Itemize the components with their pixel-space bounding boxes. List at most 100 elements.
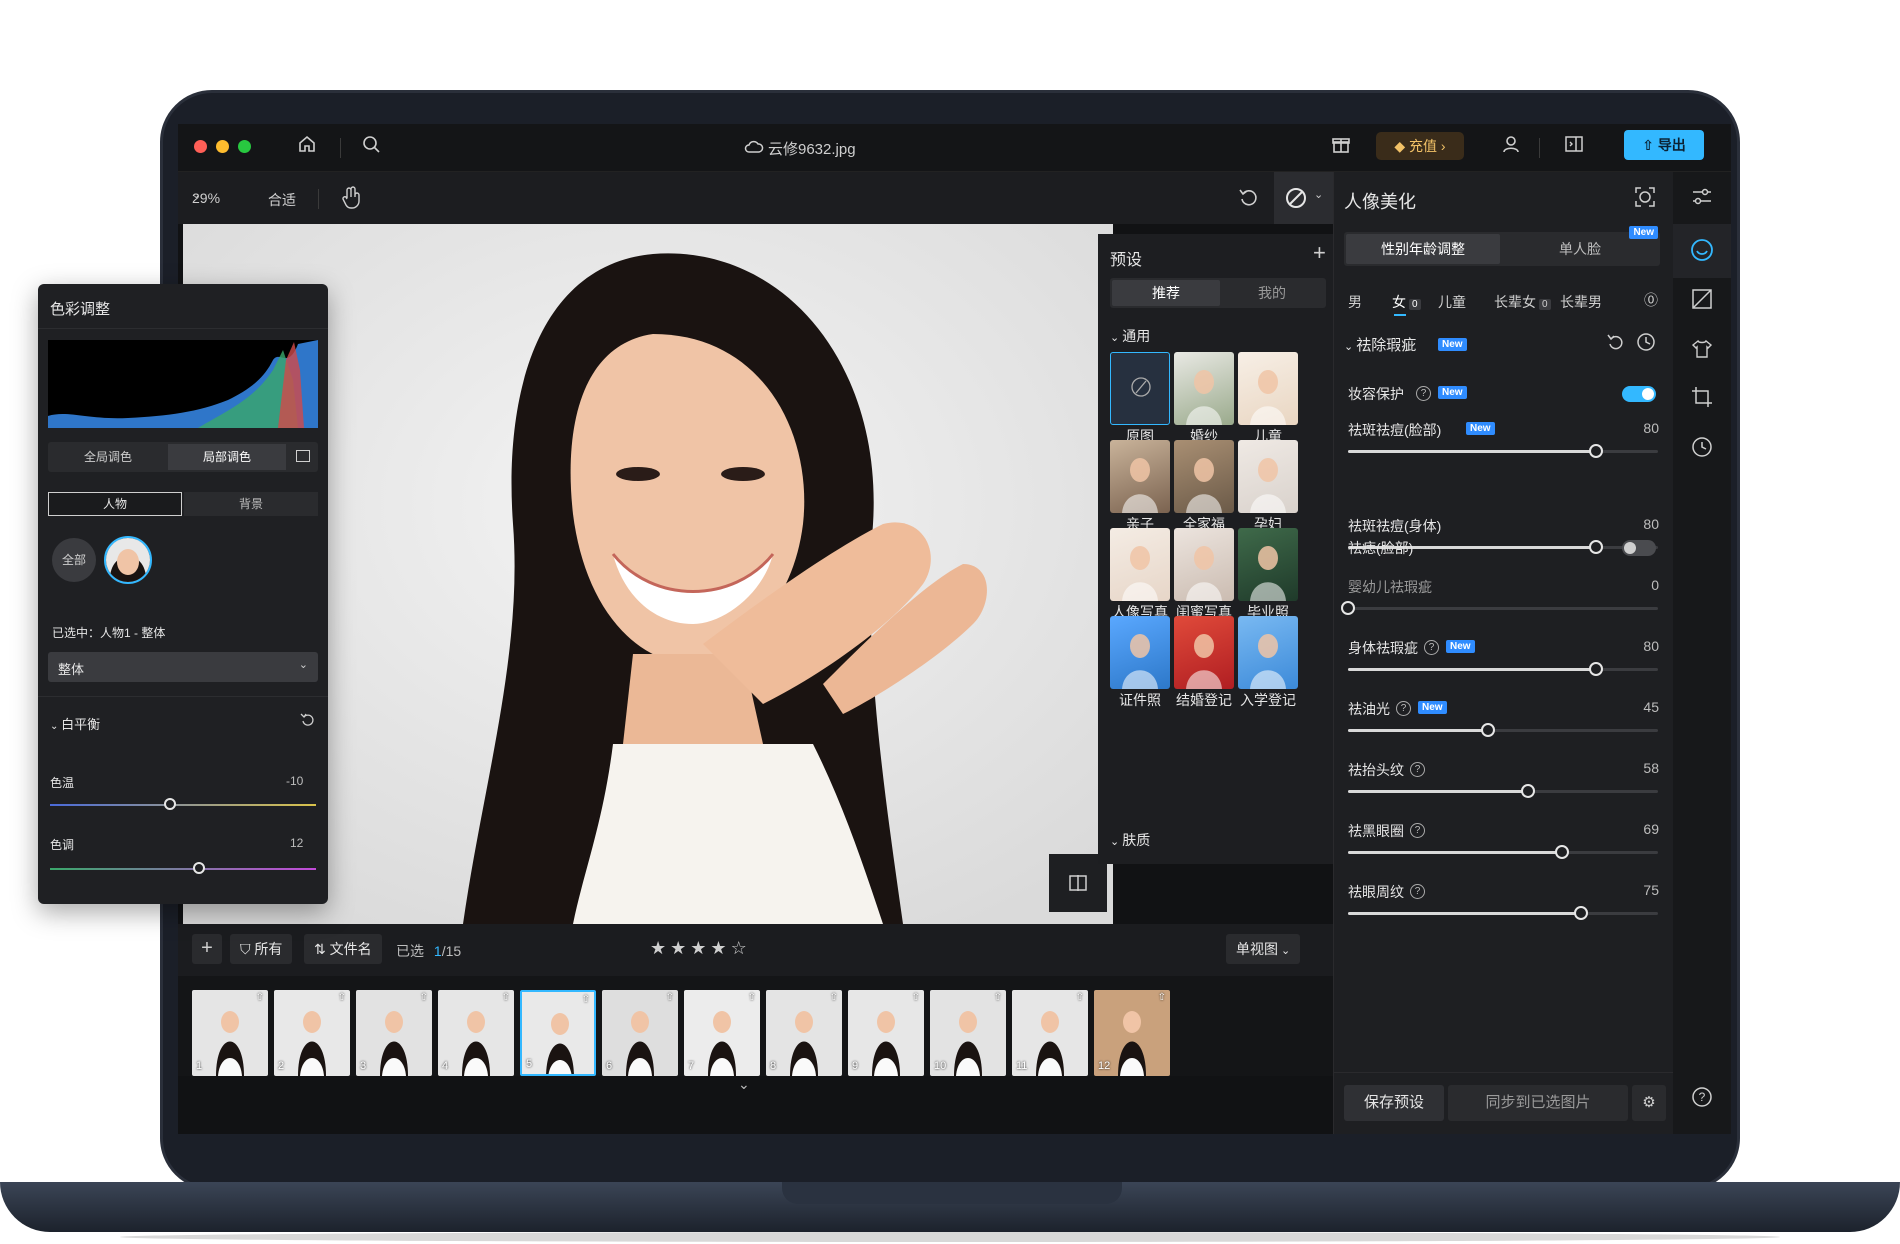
- scope-select[interactable]: 整体 ⌄: [48, 652, 318, 682]
- subject-tab[interactable]: 长辈男: [1560, 292, 1602, 312]
- star-icon[interactable]: ★: [670, 938, 690, 958]
- face-detect-icon[interactable]: [1634, 186, 1656, 213]
- slider-track[interactable]: [1348, 906, 1658, 920]
- clothing-icon[interactable]: [1689, 338, 1715, 364]
- hand-tool-icon[interactable]: [340, 186, 362, 215]
- tint-slider[interactable]: [50, 862, 316, 874]
- history-icon[interactable]: [1636, 332, 1656, 357]
- section-skin[interactable]: ⌄ 肤质: [1110, 830, 1150, 850]
- help-icon[interactable]: ?: [1410, 884, 1425, 899]
- slider-knob[interactable]: [1554, 845, 1569, 859]
- slider-knob[interactable]: [1573, 906, 1588, 920]
- filmstrip-thumb[interactable]: 10 ⇧: [930, 990, 1006, 1076]
- compare-mode-button[interactable]: ⌄: [1274, 172, 1333, 224]
- person-avatar[interactable]: [104, 536, 152, 584]
- tab-person[interactable]: 人物: [48, 492, 182, 516]
- star-icon[interactable]: ★: [690, 938, 710, 958]
- upload-icon[interactable]: ⇧: [420, 992, 428, 1003]
- maximize-window-button[interactable]: [238, 140, 251, 153]
- filmstrip-thumb[interactable]: 9 ⇧: [848, 990, 924, 1076]
- filmstrip-thumb[interactable]: 4 ⇧: [438, 990, 514, 1076]
- tab-background[interactable]: 背景: [184, 492, 318, 516]
- search-icon[interactable]: [358, 134, 384, 160]
- filmstrip-thumb[interactable]: 7 ⇧: [684, 990, 760, 1076]
- tab-local-color[interactable]: 局部调色: [168, 444, 286, 470]
- reset-icon[interactable]: [300, 712, 316, 733]
- add-photo-button[interactable]: +: [192, 934, 222, 964]
- recharge-button[interactable]: ◆ 充值 ›: [1376, 132, 1464, 160]
- help-icon[interactable]: ?: [1416, 386, 1431, 401]
- export-button[interactable]: ⇧ 导出: [1624, 130, 1704, 160]
- add-preset-icon[interactable]: +: [1313, 240, 1326, 266]
- fit-button[interactable]: 合适: [268, 190, 296, 210]
- preset-thumb[interactable]: [1174, 352, 1234, 425]
- slider-track[interactable]: [1348, 845, 1658, 859]
- adjust-sliders-icon[interactable]: [1689, 186, 1715, 212]
- minimize-window-button[interactable]: [216, 140, 229, 153]
- slider-knob[interactable]: [1520, 784, 1535, 798]
- upload-icon[interactable]: ⇧: [994, 992, 1002, 1003]
- slider-track[interactable]: [1348, 444, 1658, 458]
- upload-icon[interactable]: ⇧: [830, 992, 838, 1003]
- sync-settings-icon[interactable]: ⚙: [1632, 1085, 1666, 1121]
- sync-to-selected-button[interactable]: 同步到已选图片: [1448, 1085, 1628, 1121]
- tab-mine[interactable]: 我的: [1220, 280, 1324, 306]
- save-preset-button[interactable]: 保存预设: [1344, 1085, 1444, 1121]
- undo-icon[interactable]: [1238, 186, 1260, 213]
- filmstrip-thumb[interactable]: 5 ⇧: [520, 990, 596, 1076]
- slider-knob[interactable]: [163, 798, 176, 810]
- rating-stars[interactable]: ★★★★☆: [650, 938, 751, 959]
- portrait-tool-active[interactable]: [1673, 224, 1731, 278]
- history-clock-icon[interactable]: [1689, 436, 1715, 462]
- makeup-protect-toggle[interactable]: [1622, 386, 1656, 402]
- preset-thumb[interactable]: [1174, 440, 1234, 513]
- tone-curve-icon[interactable]: [1689, 288, 1715, 314]
- star-icon[interactable]: ☆: [731, 938, 751, 958]
- preset-thumb[interactable]: [1110, 440, 1170, 513]
- section-general[interactable]: ⌄ 通用: [1110, 326, 1150, 346]
- slider-knob[interactable]: [192, 862, 205, 874]
- upload-icon[interactable]: ⇧: [912, 992, 920, 1003]
- tab-recommended[interactable]: 推荐: [1112, 280, 1220, 306]
- upload-icon[interactable]: ⇧: [256, 992, 264, 1003]
- subject-tab[interactable]: 女0: [1392, 292, 1421, 316]
- filmstrip-thumb[interactable]: 8 ⇧: [766, 990, 842, 1076]
- upload-icon[interactable]: ⇧: [666, 992, 674, 1003]
- filmstrip-thumb[interactable]: 3 ⇧: [356, 990, 432, 1076]
- view-mode-select[interactable]: 单视图 ⌄: [1226, 934, 1301, 964]
- subject-tab[interactable]: 男: [1348, 292, 1362, 312]
- close-window-button[interactable]: [194, 140, 207, 153]
- upload-icon[interactable]: ⇧: [1158, 992, 1166, 1003]
- filmstrip-thumb[interactable]: 6 ⇧: [602, 990, 678, 1076]
- all-people-button[interactable]: 全部: [52, 538, 96, 582]
- help-icon[interactable]: ?: [1424, 640, 1439, 655]
- preset-thumb[interactable]: [1238, 616, 1298, 689]
- preset-thumb[interactable]: [1238, 352, 1298, 425]
- upload-icon[interactable]: ⇧: [582, 994, 590, 1005]
- help-icon[interactable]: ?: [1410, 762, 1425, 777]
- mask-icon[interactable]: [296, 450, 310, 462]
- filmstrip-thumb[interactable]: 11 ⇧: [1012, 990, 1088, 1076]
- slider-track[interactable]: [1348, 784, 1658, 798]
- slider-track[interactable]: [1348, 723, 1658, 737]
- more-subjects-icon[interactable]: ⓪: [1644, 290, 1658, 310]
- filmstrip-thumb[interactable]: 12 ⇧: [1094, 990, 1170, 1076]
- section-white-balance[interactable]: ⌄ 白平衡: [50, 714, 100, 733]
- temperature-slider[interactable]: [50, 798, 316, 810]
- preset-thumb[interactable]: [1238, 528, 1298, 601]
- slider-track[interactable]: [1341, 601, 1658, 615]
- star-icon[interactable]: ★: [710, 938, 730, 958]
- preset-thumb[interactable]: [1110, 352, 1170, 425]
- preset-thumb[interactable]: [1174, 616, 1234, 689]
- section-blemish[interactable]: ⌄ 祛除瑕疵: [1344, 334, 1416, 355]
- slider-knob[interactable]: [1589, 662, 1603, 676]
- crop-icon[interactable]: [1689, 386, 1715, 412]
- tab-global-color[interactable]: 全局调色: [48, 442, 168, 472]
- filter-all-button[interactable]: ⛉ 所有: [230, 934, 293, 964]
- filmstrip-thumb[interactable]: 2 ⇧: [274, 990, 350, 1076]
- slider-knob[interactable]: [1589, 444, 1603, 458]
- upload-icon[interactable]: ⇧: [338, 992, 346, 1003]
- tab-gender-age[interactable]: 性别年龄调整: [1346, 234, 1500, 264]
- home-icon[interactable]: [294, 134, 320, 160]
- subject-tab[interactable]: 长辈女 0: [1494, 292, 1551, 312]
